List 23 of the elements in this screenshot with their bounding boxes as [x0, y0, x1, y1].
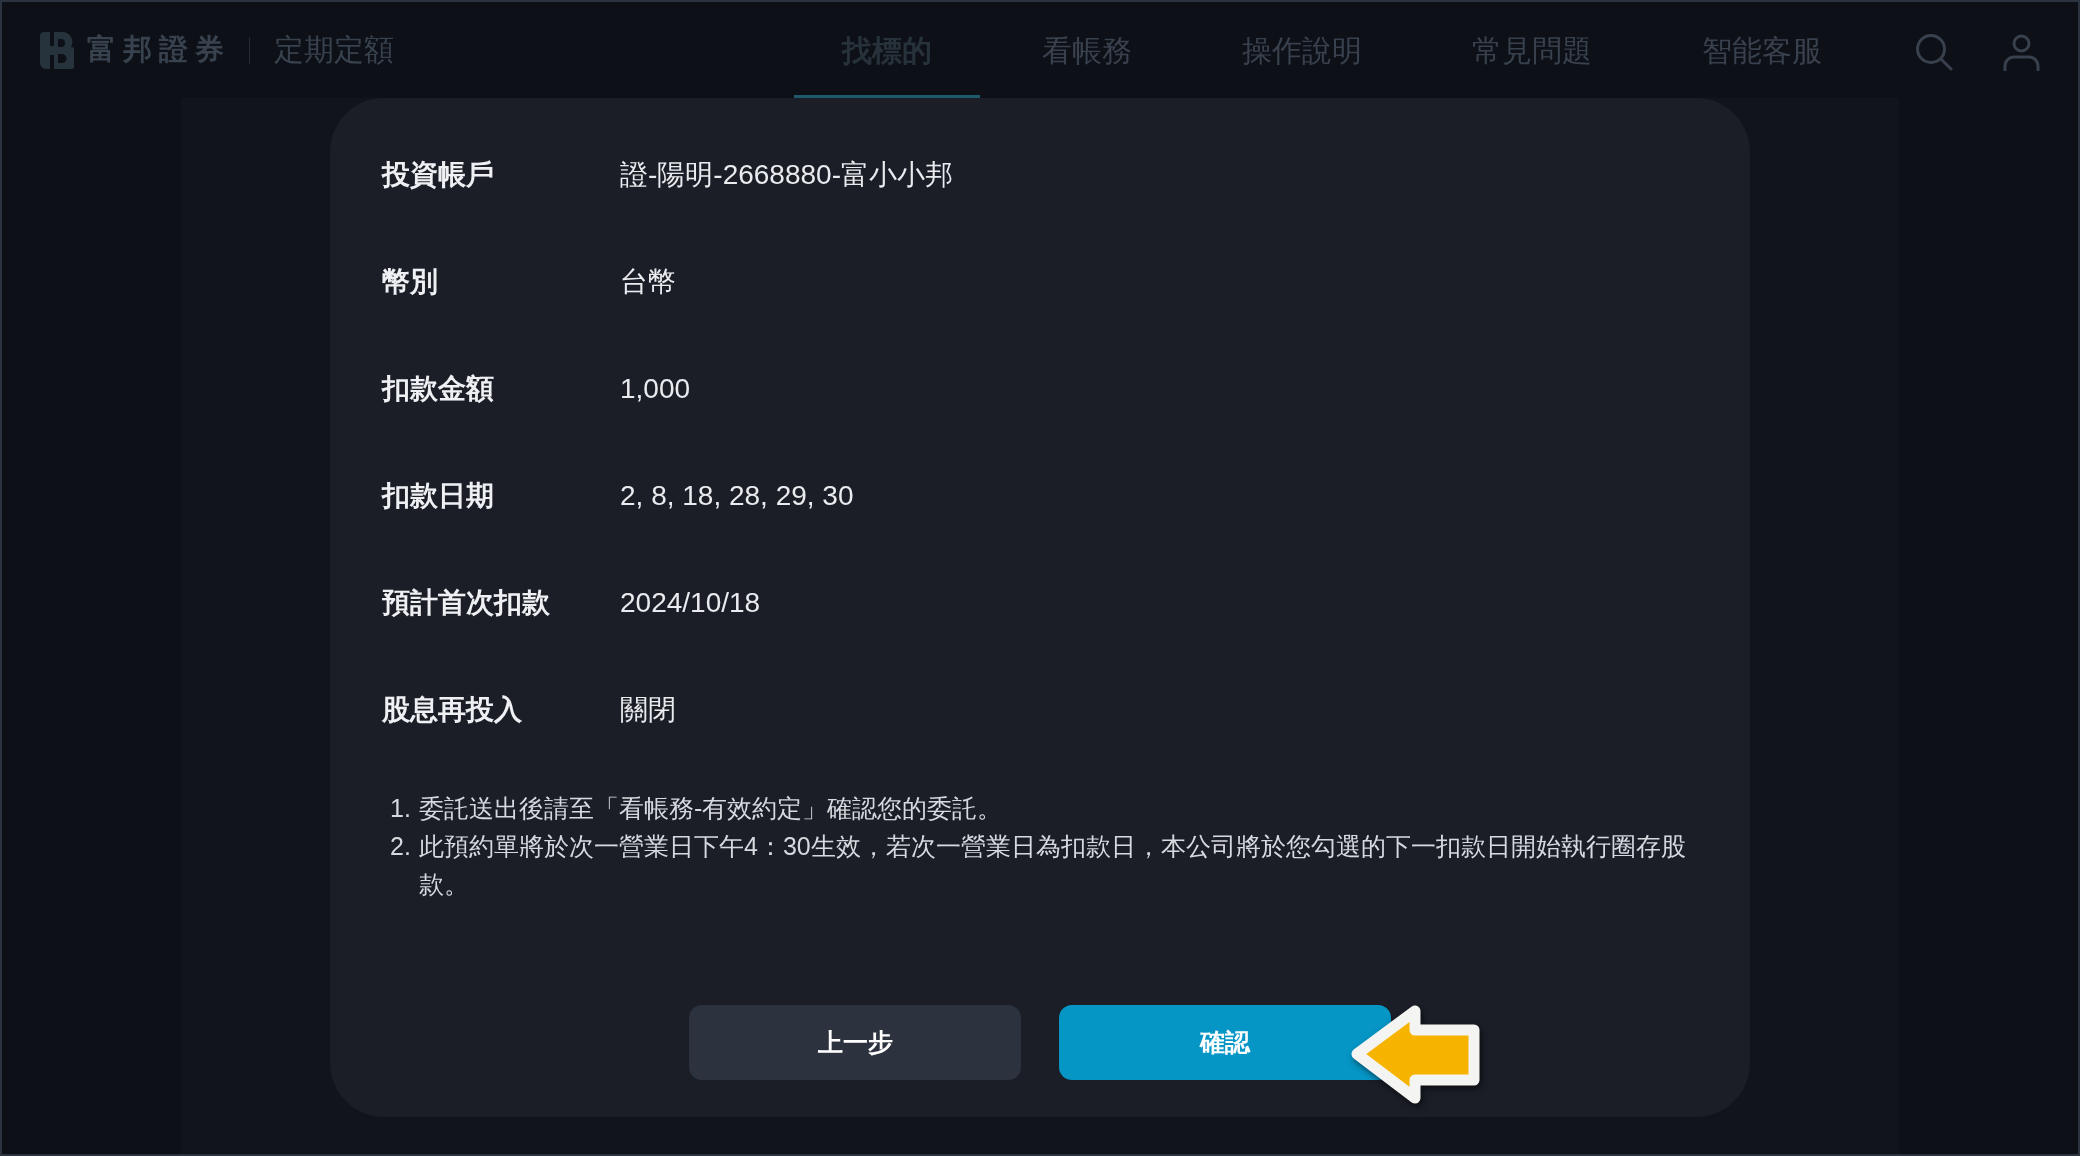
field-label: 預計首次扣款 — [382, 585, 551, 620]
product-title: 定期定額 — [274, 31, 394, 68]
field-label: 股息再投入 — [382, 692, 523, 727]
field-label: 扣款金額 — [382, 371, 495, 406]
arrow-icon — [1349, 1004, 1481, 1105]
field-value: 證-陽明-2668880-富小小邦 — [620, 157, 953, 192]
note-text: 委託送出後請至「看帳務-有效約定」確認您的委託。 — [419, 793, 1004, 824]
field-label: 幣別 — [382, 264, 439, 299]
field-value: 關閉 — [620, 692, 676, 727]
search-icon[interactable] — [1915, 33, 1953, 71]
note-number: 1. — [390, 793, 412, 824]
back-button[interactable]: 上一步 — [689, 1005, 1021, 1080]
user-icon[interactable] — [2003, 33, 2040, 71]
field-value: 1,000 — [620, 372, 691, 405]
note-number: 2. — [390, 831, 412, 862]
note-text: 此預約單將於次一營業日下午4：30生效，若次一營業日為扣款日，本公司將於您勾選的下一扣款日開始執行圈存股款。 — [419, 831, 1687, 900]
confirm-button[interactable]: 確認 — [1059, 1005, 1391, 1080]
field-label: 投資帳戶 — [382, 157, 495, 192]
field-value: 台幣 — [620, 264, 676, 299]
brand-name: 富邦證券 — [87, 32, 231, 67]
field-value: 2024/10/18 — [620, 586, 761, 619]
field-label: 扣款日期 — [382, 478, 495, 513]
field-value: 2, 8, 18, 28, 29, 30 — [620, 479, 854, 512]
